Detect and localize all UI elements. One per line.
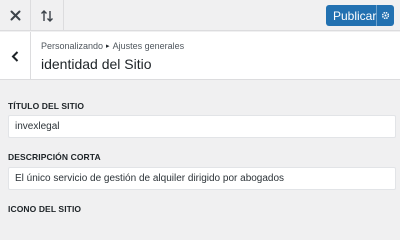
back-button[interactable] — [0, 32, 31, 80]
publish-settings-button[interactable] — [377, 11, 394, 20]
reorder-icon — [41, 9, 53, 22]
tagline-input[interactable]: El único servicio de gestión de alquiler… — [8, 167, 396, 190]
reorder-button[interactable] — [31, 0, 64, 31]
close-button[interactable] — [0, 0, 31, 31]
breadcrumb-root: Personalizando — [41, 41, 104, 51]
close-icon — [10, 10, 20, 21]
caret-right-icon: ▸ — [106, 43, 110, 50]
site-icon-label: ICONO DEL SITIO — [8, 204, 82, 214]
breadcrumb-section: Ajustes generales — [112, 41, 185, 51]
site-title-label: TÍTULO DEL SITIO — [8, 101, 85, 111]
site-title-input[interactable]: invexlegal — [8, 115, 396, 138]
page-title: identidad del Sitio — [41, 56, 152, 72]
publish-button-label: Publicar — [333, 8, 377, 23]
gear-icon — [382, 11, 390, 20]
breadcrumb: Personalizando ▸ Ajustes generales — [41, 41, 184, 51]
customizer-topbar: Publicar — [0, 0, 400, 31]
chevron-left-icon — [11, 50, 19, 62]
tagline-label: DESCRIPCIÓN CORTA — [8, 152, 101, 162]
publish-button[interactable]: Publicar — [326, 5, 394, 26]
section-header: Personalizando ▸ Ajustes generales ident… — [0, 32, 400, 80]
